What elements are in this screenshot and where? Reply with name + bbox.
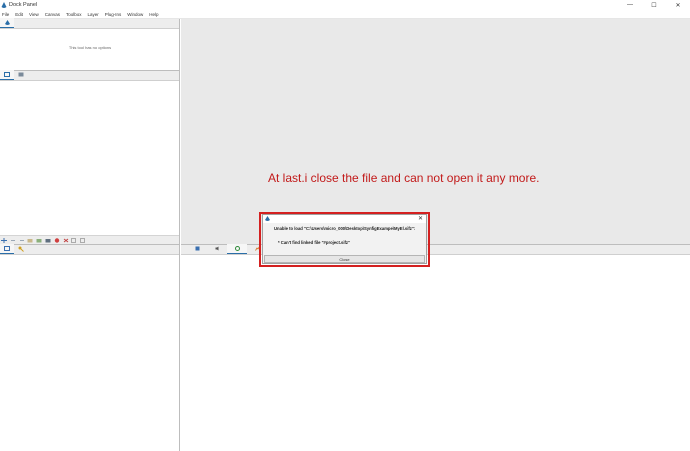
- dialog-title-bar: ✕: [263, 215, 426, 223]
- group-layer-icon[interactable]: [36, 238, 42, 243]
- tool-options-icon: [4, 19, 10, 25]
- tool-options-tabbar: [0, 18, 179, 29]
- menu-window[interactable]: Window: [125, 12, 147, 17]
- layers-icon: [4, 72, 10, 77]
- sound-icon: [215, 246, 218, 251]
- window-title: Dock Panel: [9, 2, 38, 8]
- menu-help[interactable]: Help: [147, 12, 162, 17]
- paste-layer-icon[interactable]: [80, 237, 86, 243]
- params-panel: [181, 244, 690, 451]
- menu-file[interactable]: File: [0, 12, 13, 17]
- key-icon: [18, 246, 24, 252]
- lower-layer-icon[interactable]: [10, 238, 16, 243]
- sets-icon: [18, 72, 24, 77]
- layers-panel: [0, 70, 180, 244]
- dialog-app-icon: [265, 216, 270, 221]
- menu-bar: File Edit View Canvas Toolbox Layer Plug…: [0, 10, 690, 19]
- tool-options-panel: This tool has no options: [0, 18, 180, 70]
- title-bar: Dock Panel — ☐ ✕: [0, 0, 690, 10]
- window-controls: — ☐ ✕: [618, 0, 690, 10]
- no-options-text: This tool has no options: [68, 45, 112, 50]
- menu-canvas[interactable]: Canvas: [43, 12, 64, 17]
- tab-keyframes[interactable]: [14, 244, 28, 254]
- menu-layer[interactable]: Layer: [86, 12, 103, 17]
- menu-plug-ins[interactable]: Plug-Ins: [103, 12, 126, 17]
- folder-layer-icon[interactable]: [45, 238, 51, 243]
- error-dialog: ✕ Unable to load "C:\Users\micro_000\Des…: [262, 214, 427, 264]
- menu-edit[interactable]: Edit: [13, 12, 27, 17]
- tab-navigator[interactable]: [227, 244, 247, 254]
- dialog-detail: * Can't find linked file "#project.sifz": [278, 240, 350, 245]
- cut-layer-icon[interactable]: [63, 238, 69, 243]
- delete-layer-icon[interactable]: [54, 237, 60, 243]
- menu-view[interactable]: View: [27, 12, 43, 17]
- copy-layer-icon[interactable]: [71, 237, 77, 243]
- tab-sound[interactable]: [207, 244, 227, 254]
- close-window-button[interactable]: ✕: [666, 0, 690, 10]
- library-panel: [0, 244, 180, 451]
- menu-toolbox[interactable]: Toolbox: [64, 12, 86, 17]
- library-tabbar: [0, 244, 179, 255]
- raise-layer-icon[interactable]: [1, 237, 7, 243]
- params-tabbar: [181, 244, 690, 255]
- synfig-app-icon: [1, 1, 7, 8]
- annotation-text: At last.i close the file and can not ope…: [268, 171, 540, 185]
- duplicate-layer-icon[interactable]: [19, 238, 25, 243]
- layer-toolbar: [0, 235, 179, 244]
- navigator-icon: [234, 246, 240, 251]
- tab-layers[interactable]: [0, 70, 14, 80]
- minimize-button[interactable]: —: [618, 0, 642, 10]
- tab-tool-options[interactable]: [0, 18, 14, 28]
- tab-sets[interactable]: [14, 70, 28, 80]
- encapsulate-layer-icon[interactable]: [27, 238, 33, 243]
- tab-library[interactable]: [0, 244, 14, 254]
- params-icon: [195, 246, 199, 251]
- dialog-close-button[interactable]: Close: [264, 255, 425, 263]
- tab-params[interactable]: [187, 244, 207, 254]
- layers-tabbar: [0, 70, 179, 81]
- dialog-close-icon[interactable]: ✕: [418, 215, 423, 223]
- dialog-message: Unable to load "C:\Users\micro_000\Deskt…: [274, 226, 416, 231]
- canvas-area[interactable]: [181, 19, 690, 244]
- library-icon: [4, 246, 10, 251]
- maximize-button[interactable]: ☐: [642, 0, 666, 10]
